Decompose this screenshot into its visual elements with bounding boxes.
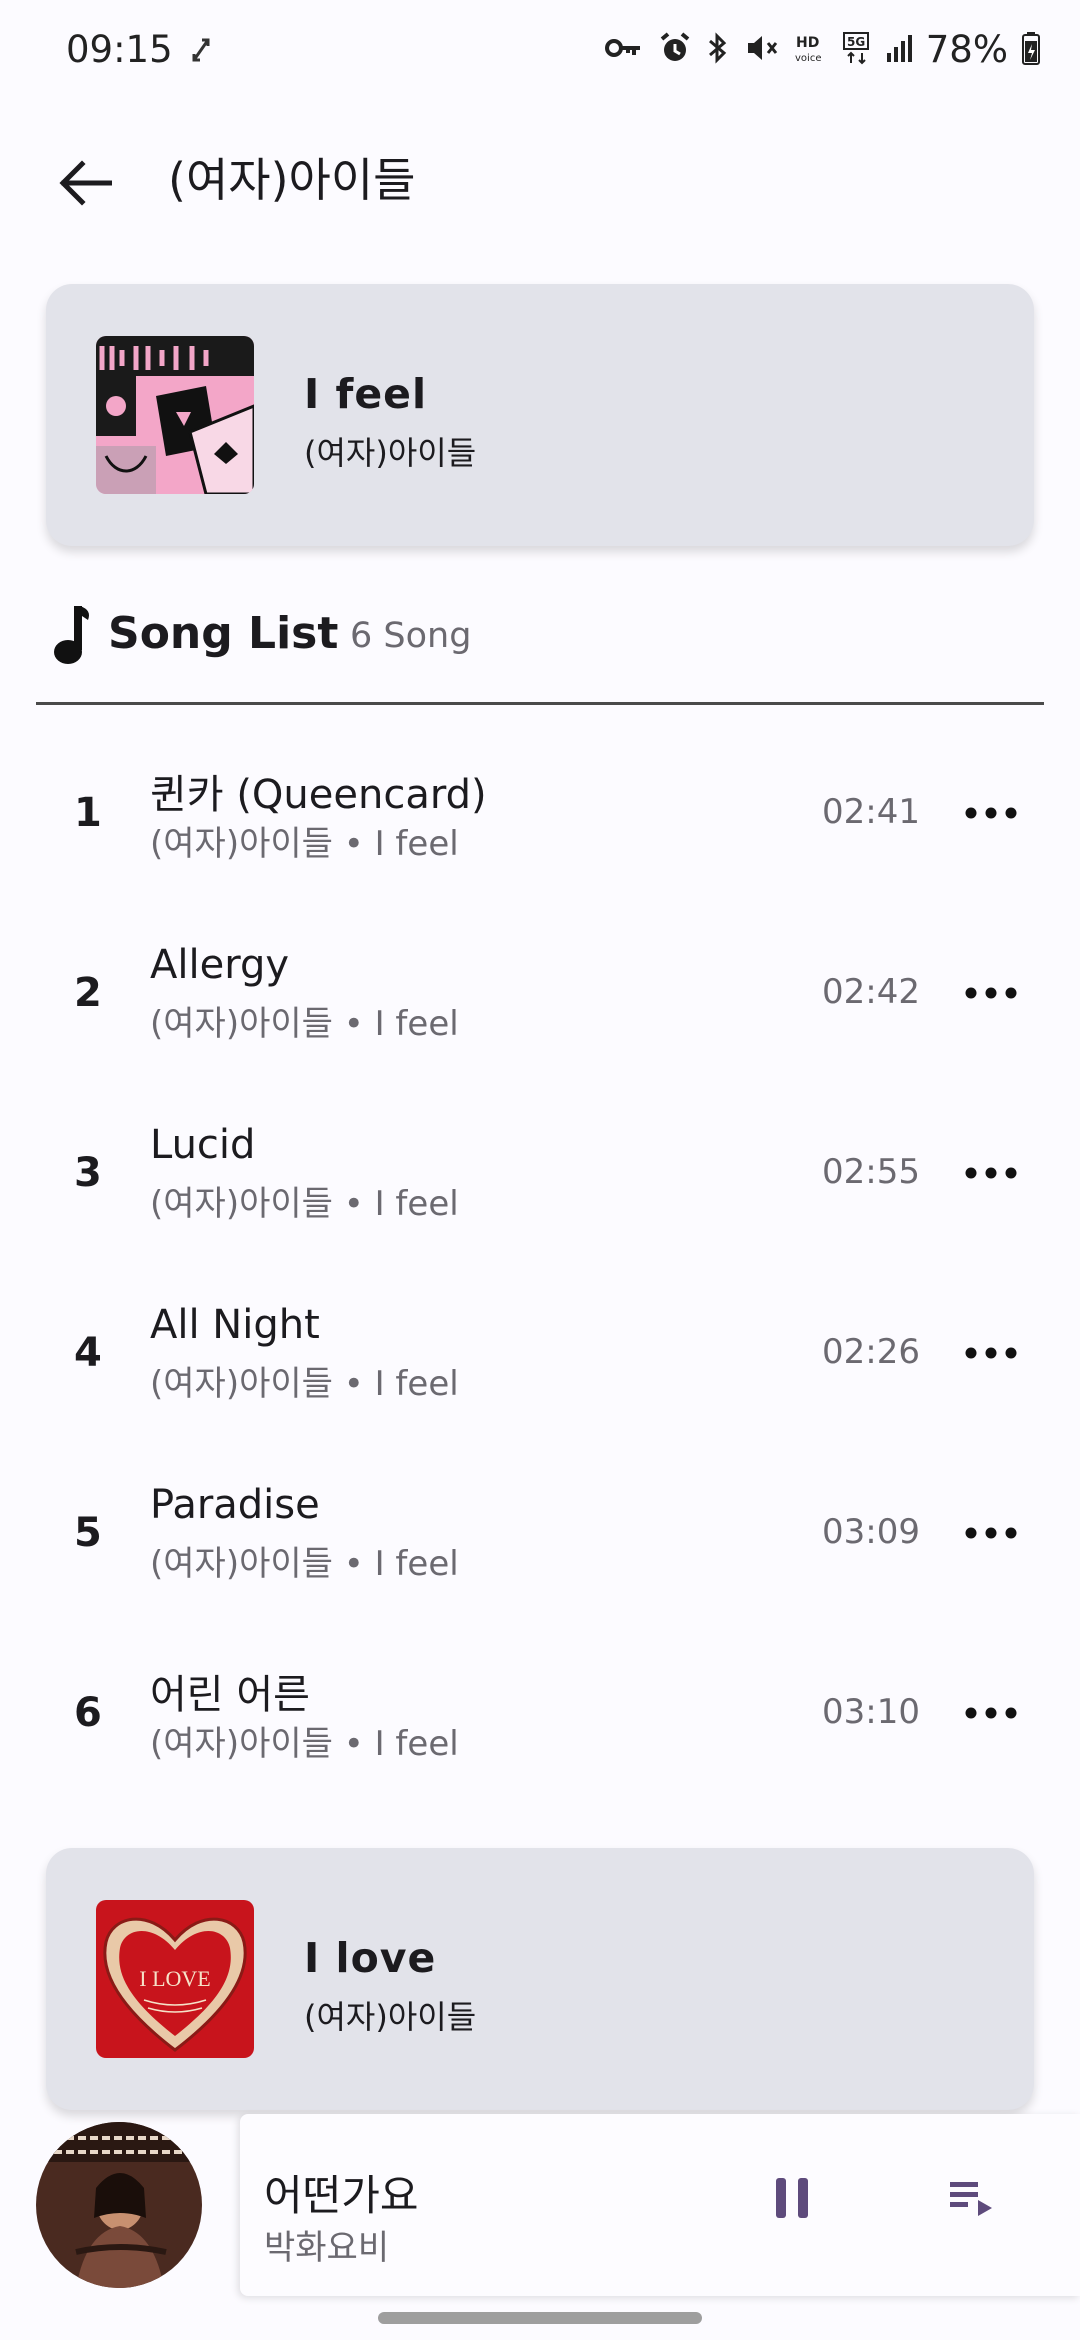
- album-artist: (여자)아이들: [304, 434, 477, 472]
- song-row[interactable]: 5 Paradise (여자)아이들 • I feel 03:09: [36, 1462, 1044, 1612]
- track-number: 1: [74, 790, 102, 836]
- album-card-i-feel[interactable]: I feel (여자)아이들: [46, 284, 1034, 546]
- more-options-icon[interactable]: [954, 788, 1028, 838]
- album-art-i-love: I LOVE: [96, 1900, 254, 2058]
- song-list-header: Song List 6 Song: [36, 590, 1046, 680]
- song-count: 6 Song: [350, 616, 472, 656]
- track-number: 6: [74, 1690, 102, 1736]
- more-options-icon[interactable]: [954, 1148, 1028, 1198]
- song-duration: 02:55: [822, 1152, 920, 1192]
- more-options-icon[interactable]: [954, 1508, 1028, 1558]
- song-duration: 03:10: [822, 1692, 920, 1732]
- track-number: 3: [74, 1150, 102, 1196]
- battery-icon: [1022, 31, 1040, 69]
- album-art-text: I LOVE: [139, 1966, 210, 1991]
- mini-player[interactable]: 어떤가요 박화요비: [0, 2110, 1080, 2310]
- song-row[interactable]: 6 어린 어른 (여자)아이들 • I feel 03:10: [36, 1642, 1044, 1792]
- status-time: 09:15: [66, 28, 173, 71]
- sync-icon: [188, 34, 214, 66]
- song-row[interactable]: 2 Allergy (여자)아이들 • I feel 02:42: [36, 922, 1044, 1072]
- track-number: 2: [74, 970, 102, 1016]
- song-title: 퀸카 (Queencard): [150, 772, 487, 818]
- song-title: Paradise: [150, 1482, 320, 1528]
- music-note-icon: [50, 602, 94, 666]
- vpn-key-icon: [604, 33, 644, 67]
- song-subtitle: (여자)아이들 • I feel: [150, 824, 459, 864]
- pause-button[interactable]: [752, 2160, 832, 2240]
- more-options-icon[interactable]: [954, 1328, 1028, 1378]
- song-row[interactable]: 3 Lucid (여자)아이들 • I feel 02:55: [36, 1102, 1044, 1252]
- more-options-icon[interactable]: [954, 968, 1028, 1018]
- 5g-icon: 5G: [842, 31, 872, 69]
- signal-icon: [886, 33, 912, 67]
- album-artist: (여자)아이들: [304, 1998, 477, 2036]
- svg-text:voice: voice: [795, 53, 821, 64]
- track-number: 5: [74, 1510, 102, 1556]
- album-art-i-feel: [96, 336, 254, 494]
- svg-text:HD: HD: [796, 35, 819, 51]
- hd-voice-icon: HD voice: [794, 31, 828, 69]
- more-options-icon[interactable]: [954, 1688, 1028, 1738]
- song-title: All Night: [150, 1302, 320, 1348]
- queue-music-icon: [948, 2178, 996, 2222]
- album-title: I feel: [304, 370, 428, 418]
- now-playing-art: [36, 2122, 202, 2288]
- back-button[interactable]: [50, 150, 120, 220]
- bluetooth-icon: [706, 31, 730, 69]
- alarm-icon: [658, 31, 692, 69]
- song-duration: 02:26: [822, 1332, 920, 1372]
- now-playing-artist: 박화요비: [264, 2228, 390, 2268]
- mute-icon: [744, 31, 780, 69]
- song-subtitle: (여자)아이들 • I feel: [150, 1004, 459, 1044]
- battery-percent: 78%: [925, 28, 1008, 71]
- song-duration: 02:41: [822, 792, 920, 832]
- svg-text:5G: 5G: [847, 35, 865, 49]
- app-bar: (여자)아이들: [0, 110, 1080, 240]
- queue-button[interactable]: [932, 2160, 1012, 2240]
- album-card-i-love[interactable]: I LOVE I love (여자)아이들: [46, 1848, 1034, 2110]
- song-subtitle: (여자)아이들 • I feel: [150, 1364, 459, 1404]
- page-title: (여자)아이들: [168, 153, 416, 207]
- song-subtitle: (여자)아이들 • I feel: [150, 1544, 459, 1584]
- song-subtitle: (여자)아이들 • I feel: [150, 1184, 459, 1224]
- album-title: I love: [304, 1934, 437, 1982]
- song-row[interactable]: 4 All Night (여자)아이들 • I feel 02:26: [36, 1282, 1044, 1432]
- song-title: Lucid: [150, 1122, 256, 1168]
- mini-player-panel[interactable]: 어떤가요 박화요비: [240, 2114, 1080, 2296]
- home-indicator[interactable]: [378, 2312, 702, 2324]
- song-list-title: Song List: [108, 608, 339, 659]
- pause-icon: [772, 2176, 812, 2224]
- now-playing-title: 어떤가요: [264, 2171, 419, 2220]
- back-arrow-icon: [58, 160, 113, 210]
- song-title: Allergy: [150, 942, 290, 988]
- status-bar: 09:15 HD voice 5G 78%: [0, 0, 1080, 100]
- song-row[interactable]: 1 퀸카 (Queencard) (여자)아이들 • I feel 02:41: [36, 742, 1044, 892]
- song-duration: 02:42: [822, 972, 920, 1012]
- song-title: 어린 어른: [150, 1672, 310, 1718]
- song-duration: 03:09: [822, 1512, 920, 1552]
- divider: [36, 702, 1044, 705]
- song-subtitle: (여자)아이들 • I feel: [150, 1724, 459, 1764]
- track-number: 4: [74, 1330, 102, 1376]
